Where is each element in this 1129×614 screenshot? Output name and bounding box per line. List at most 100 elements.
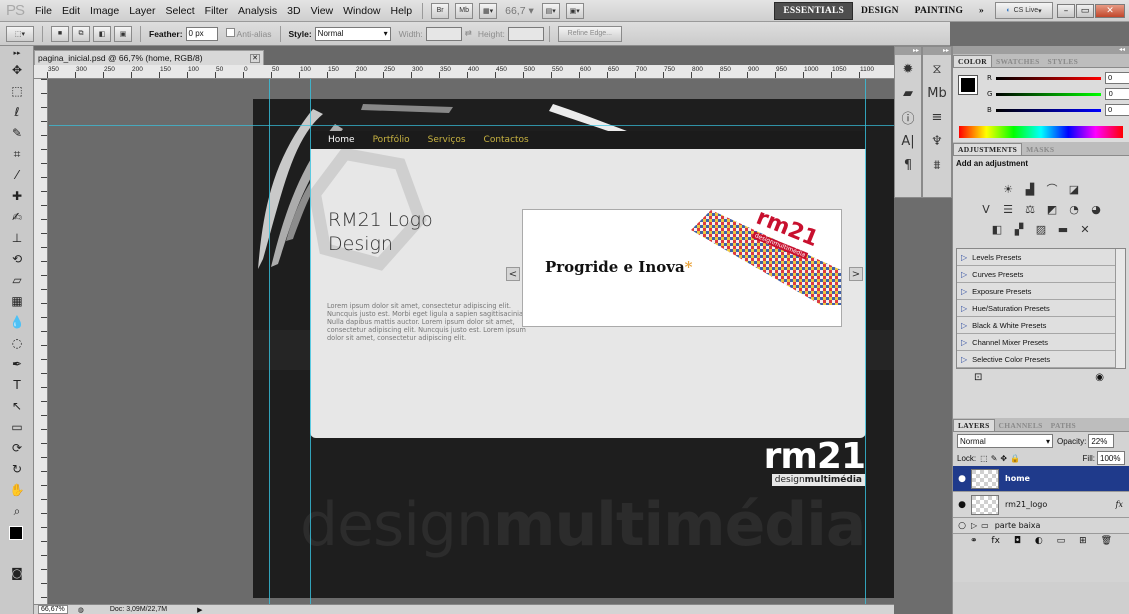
layer-row[interactable]: ● rm21_logo fx [953, 492, 1129, 518]
preset-item[interactable]: ▷ Channel Mixer Presets [957, 334, 1125, 351]
slider-prev-button[interactable]: < [506, 267, 520, 281]
close-button[interactable]: ✕ [1095, 3, 1125, 18]
zoom-tool-icon[interactable]: ⌕ [3, 501, 31, 521]
new-selection-icon[interactable]: ■ [51, 25, 69, 42]
new-group-icon[interactable]: ▭ [1057, 536, 1066, 546]
nav-contactos[interactable]: Contactos [484, 135, 529, 145]
rpanel-collapse-icon[interactable]: ◂◂ [953, 46, 1129, 54]
new-layer-icon[interactable]: ⊞ [1079, 536, 1087, 546]
invert-icon[interactable]: ◧ [989, 222, 1005, 236]
add-style-icon[interactable]: fx [991, 536, 1000, 546]
feather-input[interactable]: 0 px [185, 26, 218, 41]
history-brush-icon[interactable]: ⟲ [3, 249, 31, 269]
g-value[interactable]: 0 [1105, 88, 1129, 100]
nav-portfolio[interactable]: Portfólio [373, 135, 410, 145]
extras-dropdown-button[interactable]: ▦▾ [479, 2, 498, 19]
actions-icon[interactable]: ≡ [926, 107, 948, 127]
lock-all-icon[interactable]: 🔒 [1010, 454, 1020, 463]
color-swatches[interactable] [3, 522, 31, 562]
width-input[interactable] [425, 26, 462, 41]
quick-select-tool-icon[interactable]: ✎ [3, 123, 31, 143]
pen-tool-icon[interactable]: ✒ [3, 354, 31, 374]
visibility-toggle-icon[interactable]: ◉ [1095, 372, 1104, 383]
intersect-selection-icon[interactable]: ▣ [114, 25, 132, 42]
antialias-checkbox[interactable]: Anti-alias [225, 28, 272, 39]
lock-transparency-icon[interactable]: ⬚ [980, 454, 988, 463]
b-slider[interactable] [995, 108, 1101, 112]
tab-color[interactable]: COLOR [953, 55, 993, 67]
move-tool-icon[interactable]: ✥ [3, 60, 31, 80]
fx-icon[interactable]: fx [1116, 500, 1123, 509]
menu-analysis[interactable]: Analysis [233, 5, 282, 17]
3d-orbit-tool-icon[interactable]: ↻ [3, 459, 31, 479]
bridge-button[interactable]: Br [431, 2, 450, 19]
brush-tool-icon[interactable]: ✍ [3, 207, 31, 227]
r-value[interactable]: 0 [1104, 72, 1129, 84]
preset-item[interactable]: ▷ Selective Color Presets [957, 351, 1125, 368]
status-zoom[interactable]: 66,67% [38, 605, 68, 614]
workspace-painting[interactable]: PAINTING [907, 2, 971, 20]
brightness-icon[interactable]: ☀ [1000, 182, 1016, 196]
b-value[interactable]: 0 [1104, 104, 1129, 116]
guide-line[interactable] [310, 79, 311, 609]
arrange-documents-button[interactable]: ▤▾ [541, 2, 560, 19]
threshold-icon[interactable]: ▨ [1033, 222, 1049, 236]
blur-tool-icon[interactable]: 💧 [3, 312, 31, 332]
menu-edit[interactable]: Edit [57, 5, 85, 17]
document-close-icon[interactable]: ✕ [250, 53, 260, 63]
fill-input[interactable]: 100% [1097, 451, 1125, 465]
levels-icon[interactable]: ▟ [1022, 182, 1038, 196]
menu-help[interactable]: Help [386, 5, 418, 17]
new-adjustment-icon[interactable]: ◐ [1035, 536, 1043, 546]
zoom-level[interactable]: 66,7 ▾ [500, 5, 539, 17]
black-white-icon[interactable]: ◩ [1044, 202, 1060, 216]
3d-light-icon[interactable]: ✹ [897, 59, 919, 79]
workspace-essentials[interactable]: ESSENTIALS [774, 1, 853, 20]
minimize-button[interactable]: – [1057, 3, 1075, 18]
tab-swatches[interactable]: SWATCHES [992, 56, 1044, 67]
history-icon[interactable]: ⧖ [926, 59, 948, 79]
document-tab[interactable]: pagina_inicial.psd @ 66,7% (home, RGB/8)… [34, 50, 264, 65]
cs-live-button[interactable]: ◐ CS Live ▾ [995, 2, 1053, 19]
tab-paths[interactable]: PATHS [1047, 420, 1080, 431]
clip-icon[interactable]: ⊡ [974, 372, 982, 383]
hand-tool-icon[interactable]: ✋ [3, 480, 31, 500]
mini-bridge-icon[interactable]: ▰ [897, 83, 919, 103]
guide-line[interactable] [865, 79, 866, 609]
preset-item[interactable]: ▷ Curves Presets [957, 266, 1125, 283]
link-layers-icon[interactable]: ⚭ [970, 536, 978, 546]
nav-home[interactable]: Home [328, 135, 355, 145]
antialias-check-box[interactable] [225, 28, 235, 37]
add-mask-icon[interactable]: ◘ [1014, 536, 1021, 546]
mb-icon[interactable]: Mb [926, 83, 948, 103]
layer-row[interactable]: ● home [953, 466, 1129, 492]
tab-masks[interactable]: MASKS [1022, 144, 1058, 155]
nav-servicos[interactable]: Serviços [428, 135, 466, 145]
workspace-more-button[interactable]: » [971, 2, 992, 20]
dock2-collapse-icon[interactable]: ▸▸ [923, 47, 951, 55]
eye-icon[interactable]: ○ [953, 521, 971, 531]
guide-line[interactable] [49, 125, 896, 126]
color-spectrum-bar[interactable] [959, 126, 1123, 138]
lock-pixels-icon[interactable]: ✎ [991, 454, 998, 463]
paragraph-icon[interactable]: ¶ [897, 155, 919, 175]
crop-tool-icon[interactable]: ⌗ [3, 144, 31, 164]
posterize-icon[interactable]: ▞ [1011, 222, 1027, 236]
menu-image[interactable]: Image [85, 5, 124, 17]
refine-edge-button[interactable]: Refine Edge... [557, 25, 622, 42]
color-balance-icon[interactable]: ⚖ [1022, 202, 1038, 216]
slider-next-button[interactable]: > [849, 267, 863, 281]
hue-saturation-icon[interactable]: ☰ [1000, 202, 1016, 216]
maximize-button[interactable]: ▭ [1076, 3, 1094, 18]
path-select-tool-icon[interactable]: ↖ [3, 396, 31, 416]
status-arrow-button[interactable]: ▶ [197, 606, 202, 614]
tab-styles[interactable]: STYLES [1044, 56, 1083, 67]
gradient-tool-icon[interactable]: ▦ [3, 291, 31, 311]
eye-icon[interactable]: ● [953, 500, 971, 510]
preset-item[interactable]: ▷ Black & White Presets [957, 317, 1125, 334]
clone-source-icon[interactable]: ⩩ [926, 155, 948, 175]
preset-item[interactable]: ▷ Hue/Saturation Presets [957, 300, 1125, 317]
gradient-map-icon[interactable]: ▬ [1055, 222, 1071, 236]
marquee-tool-icon[interactable]: ⬚ [3, 81, 31, 101]
menu-file[interactable]: File [30, 5, 57, 17]
